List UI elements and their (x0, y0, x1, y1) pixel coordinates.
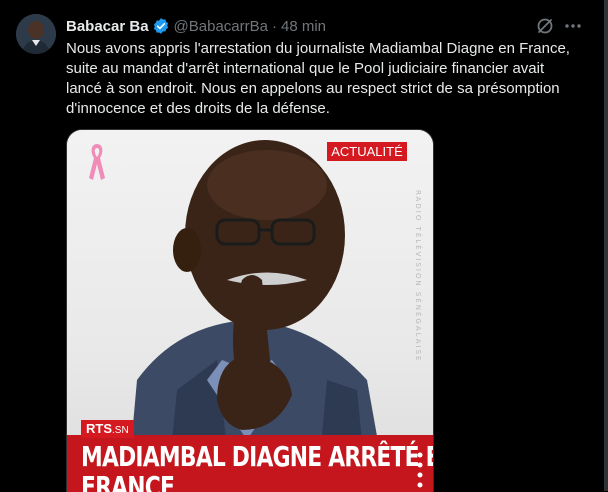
tweet[interactable]: Babacar Ba @BabacarrBa · 48 min Nous avo… (0, 0, 604, 492)
rts-logo-main: RTS (86, 421, 112, 436)
display-name[interactable]: Babacar Ba (66, 18, 149, 35)
rts-logo-suffix: .SN (112, 425, 129, 436)
avatar-image (16, 14, 56, 54)
rts-logo: RTS.SN (81, 420, 134, 438)
tweet-header: Babacar Ba @BabacarrBa · 48 min (66, 16, 326, 36)
decorative-dots-icon (417, 452, 423, 488)
verified-badge-icon (152, 17, 170, 35)
timeline-border (604, 0, 608, 491)
pink-ribbon-icon (89, 144, 105, 180)
tweet-media-image[interactable]: ACTUALITÉ RADIO TÉLÉVISION SÉNÉGALAISE R… (66, 129, 434, 492)
vertical-watermark: RADIO TÉLÉVISION SÉNÉGALAISE (414, 190, 422, 363)
headline-line-1: MADIAMBAL DIAGNE ARRÊTÉ EN (81, 440, 434, 473)
separator-dot: · (272, 17, 277, 35)
headline-line-2: FRANCE (81, 470, 175, 492)
image-headline: MADIAMBAL DIAGNE ARRÊTÉ EN FRANCE (81, 440, 434, 492)
timestamp[interactable]: 48 min (281, 18, 326, 35)
avatar[interactable] (16, 14, 56, 54)
tweet-text: Nous avons appris l'arrestation du journ… (66, 40, 570, 117)
user-handle[interactable]: @BabacarrBa (174, 18, 268, 35)
grok-icon[interactable] (535, 16, 555, 36)
actualite-tag: ACTUALITÉ (327, 142, 407, 161)
more-options-icon[interactable] (563, 16, 583, 36)
